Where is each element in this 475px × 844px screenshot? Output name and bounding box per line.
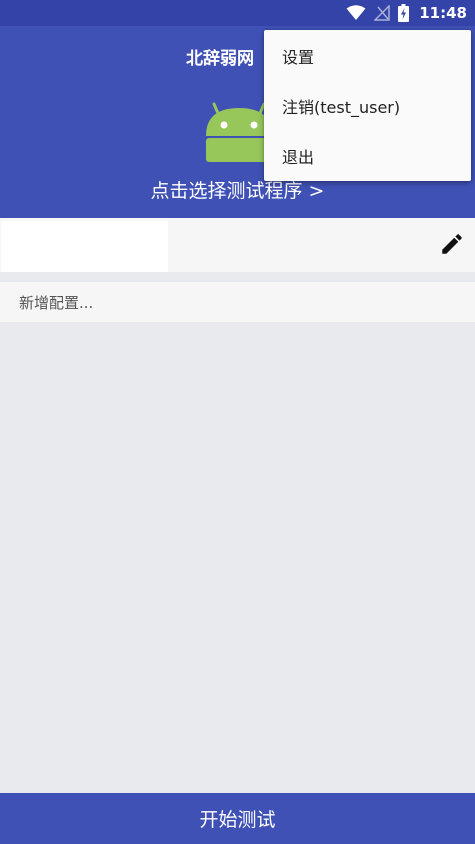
menu-item-logout[interactable]: 注销(test_user) (264, 80, 471, 130)
battery-charging-icon (398, 4, 410, 22)
config-name-field[interactable] (1, 221, 168, 272)
pencil-icon[interactable] (439, 231, 465, 257)
menu-item-exit[interactable]: 退出 (264, 130, 471, 180)
menu-item-label: 退出 (282, 148, 315, 167)
overflow-menu: 设置 注销(test_user) 退出 (264, 30, 471, 181)
menu-item-label: 设置 (282, 48, 315, 67)
config-row (0, 218, 475, 272)
status-bar: 11:48 (0, 0, 475, 26)
no-signal-icon (374, 5, 390, 21)
menu-item-settings[interactable]: 设置 (264, 30, 471, 80)
status-time: 11:48 (419, 4, 467, 22)
new-config-row[interactable]: 新增配置... (0, 282, 475, 322)
new-config-label: 新增配置... (19, 294, 94, 312)
menu-item-label: 注销(test_user) (282, 98, 401, 117)
app-title: 北辞弱网 (186, 49, 254, 69)
wifi-icon (346, 5, 366, 20)
start-test-button[interactable]: 开始测试 (0, 793, 475, 844)
